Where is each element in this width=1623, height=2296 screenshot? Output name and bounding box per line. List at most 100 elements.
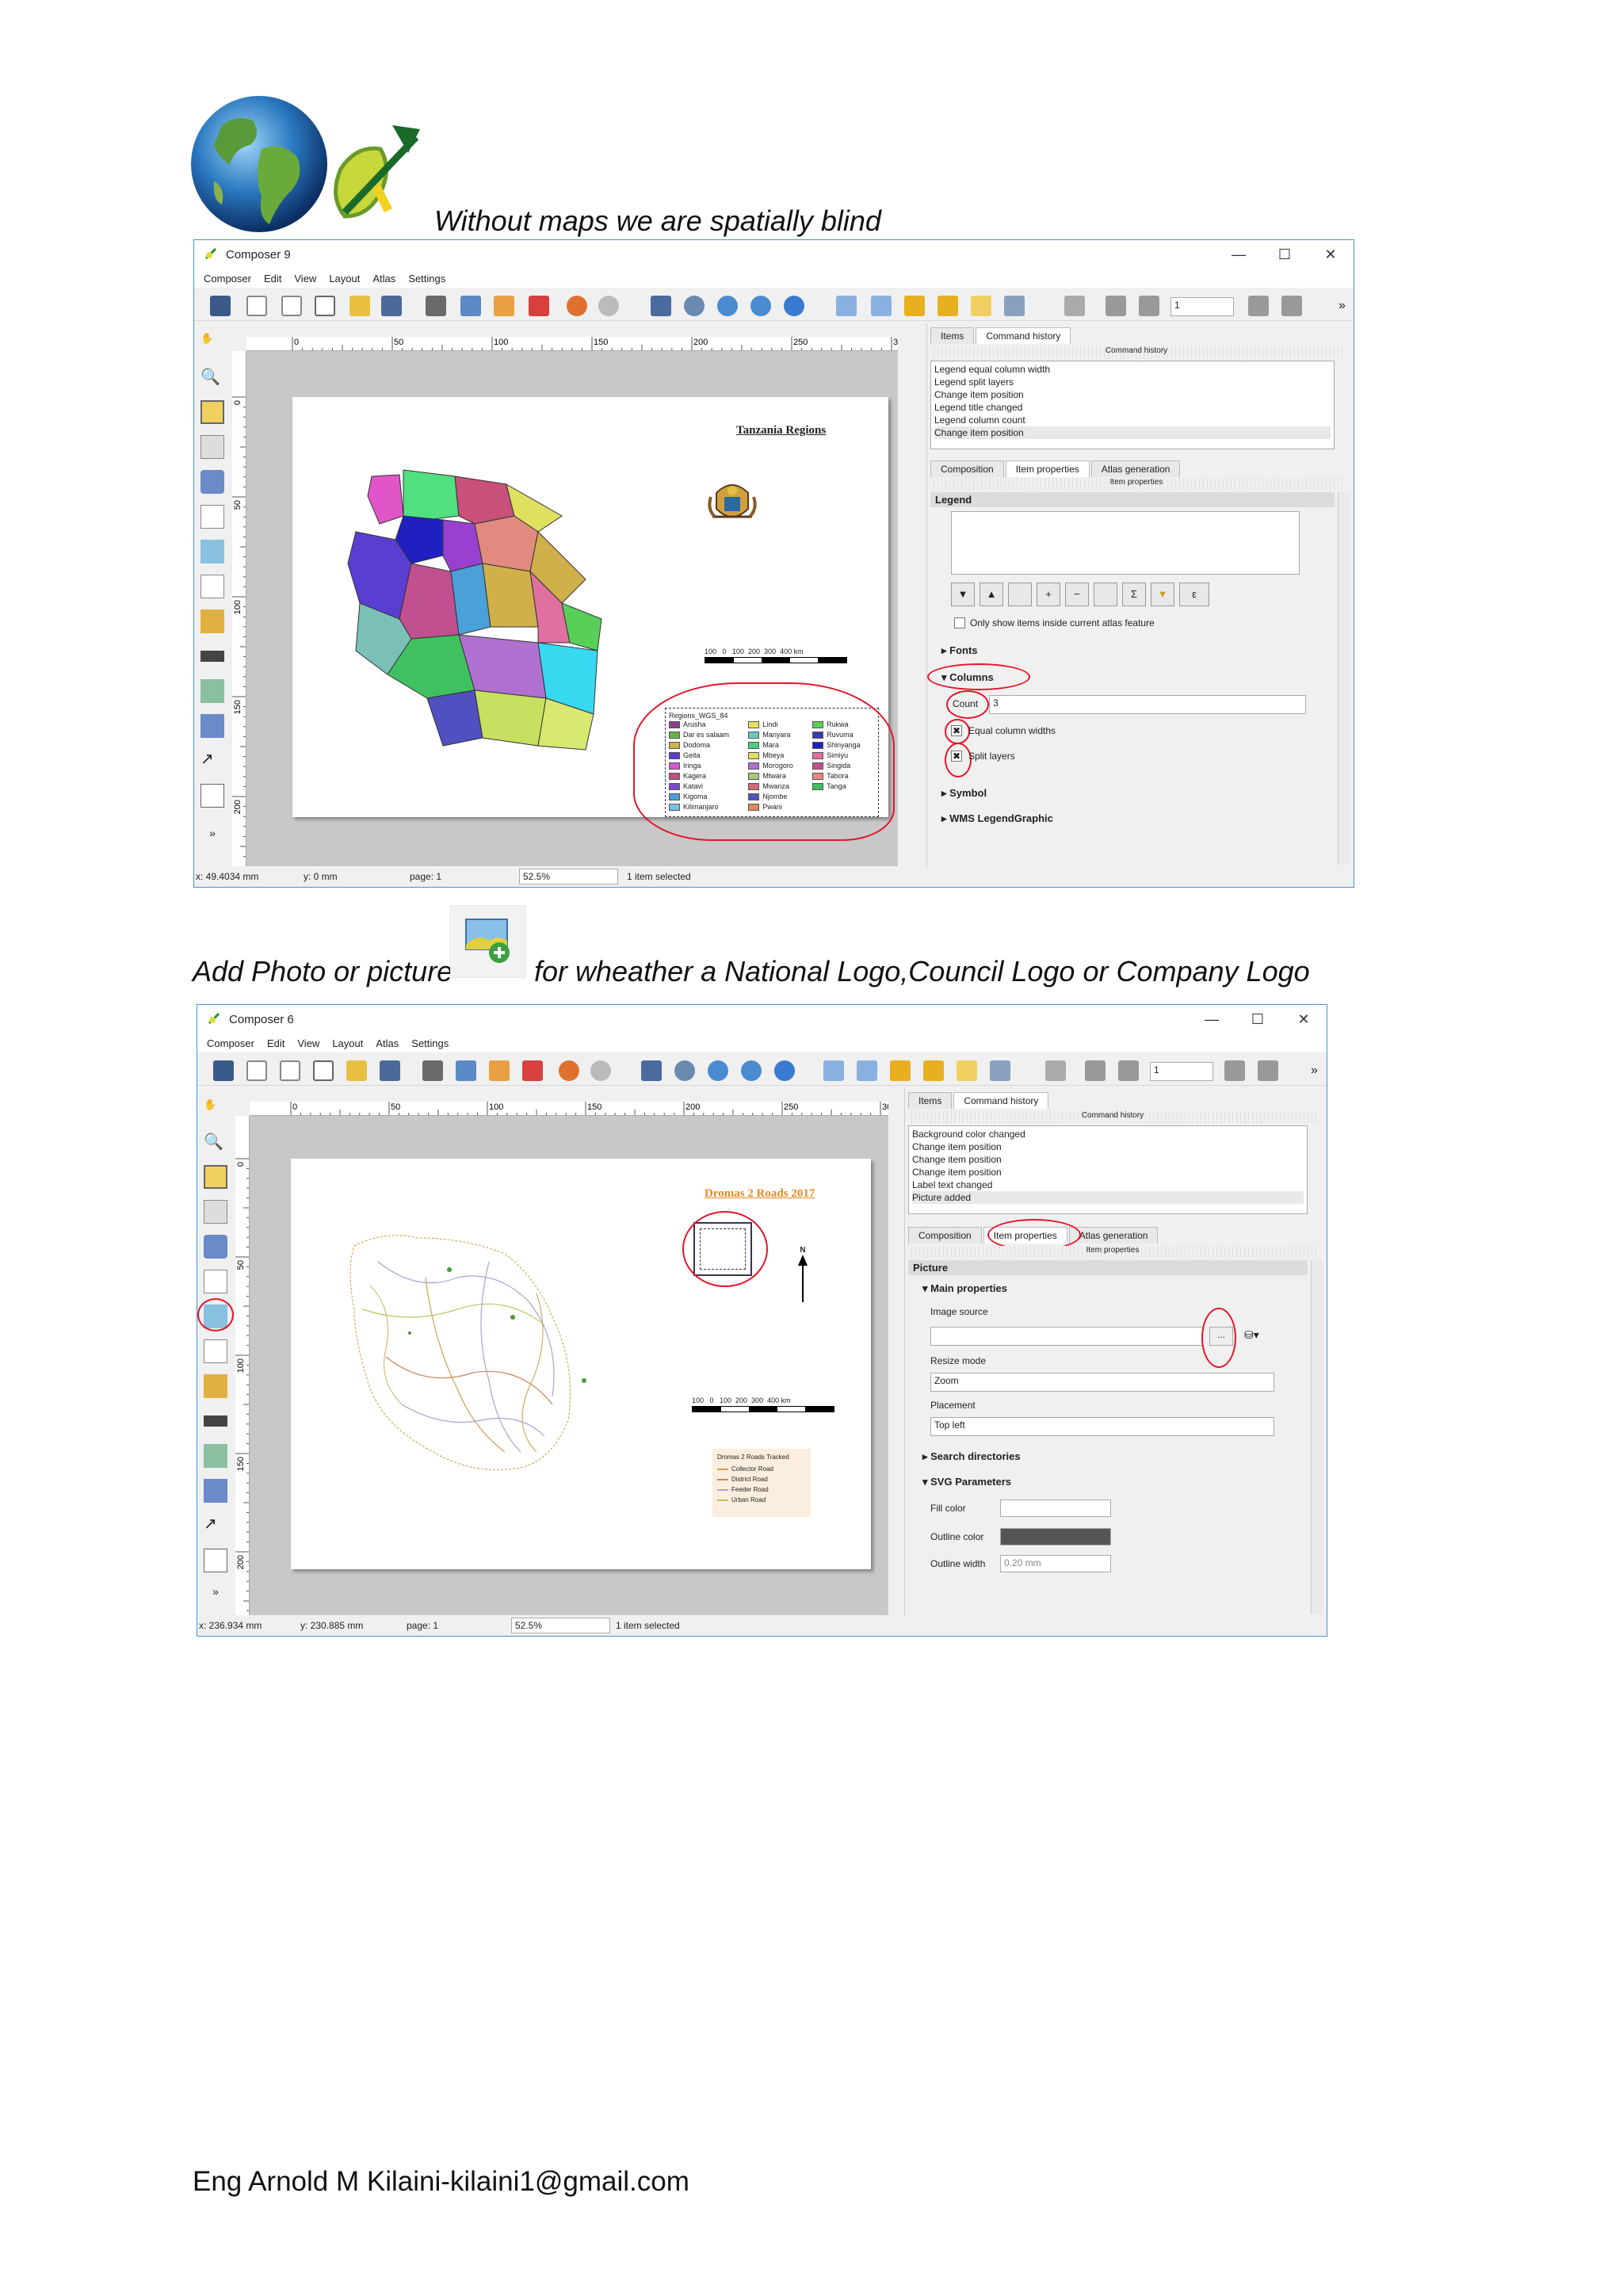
new-composer-icon[interactable] <box>246 296 267 316</box>
zoom-out-icon[interactable] <box>741 1060 762 1081</box>
zoom-in-icon[interactable] <box>717 296 738 316</box>
tab-item-properties[interactable]: Item properties <box>1005 460 1090 477</box>
refresh-icon[interactable] <box>784 296 804 316</box>
command-item[interactable]: Picture added <box>912 1191 1304 1204</box>
add-shape-icon[interactable] <box>200 679 224 703</box>
command-item[interactable]: Legend equal column width <box>934 363 1331 376</box>
align-icon[interactable] <box>1004 296 1025 316</box>
add-table-icon[interactable] <box>204 1549 227 1572</box>
add-table-icon[interactable] <box>200 784 224 808</box>
add-node-item-icon[interactable] <box>204 1479 227 1503</box>
close-button[interactable]: ✕ <box>1281 1005 1327 1033</box>
command-item[interactable]: Legend title changed <box>934 401 1331 414</box>
unlock-icon[interactable] <box>938 296 958 316</box>
command-item[interactable]: Change item position <box>912 1140 1304 1153</box>
edit-nodes-icon[interactable] <box>204 1235 227 1259</box>
new-composer-icon[interactable] <box>246 1060 267 1081</box>
menu-layout[interactable]: Layout <box>329 273 360 285</box>
add-map-icon[interactable] <box>200 505 224 529</box>
image-source-field[interactable] <box>930 1327 1203 1346</box>
previous-feature-icon[interactable] <box>1139 296 1159 316</box>
redo-icon[interactable] <box>590 1060 611 1081</box>
zoom-actual-icon[interactable] <box>674 1060 695 1081</box>
next-feature-icon[interactable] <box>1248 296 1269 316</box>
ungroup-icon[interactable] <box>871 296 892 316</box>
duplicate-composer-icon[interactable] <box>280 1060 300 1081</box>
tab-composition[interactable]: Composition <box>930 460 1004 477</box>
tab-items[interactable]: Items <box>908 1092 953 1109</box>
export-svg-icon[interactable] <box>489 1060 510 1081</box>
add-arrow-icon[interactable]: ↗ <box>200 749 224 773</box>
move-down-icon[interactable]: ▼ <box>951 583 975 606</box>
add-label-icon[interactable] <box>204 1339 227 1363</box>
atlas-preview-icon[interactable] <box>1045 1060 1066 1081</box>
add-legend-icon[interactable] <box>200 609 224 633</box>
command-item[interactable]: Legend column count <box>934 414 1331 426</box>
duplicate-composer-icon[interactable] <box>281 296 302 316</box>
select-move-icon[interactable] <box>204 1165 227 1189</box>
command-item[interactable]: Change item position <box>934 426 1331 439</box>
move-content-icon[interactable] <box>200 435 224 459</box>
main-properties-group[interactable]: ▾ Main properties <box>922 1282 1007 1295</box>
menu-edit[interactable]: Edit <box>267 1037 285 1049</box>
outline-color-button[interactable] <box>1000 1528 1111 1545</box>
fonts-group[interactable]: ▸ Fonts <box>941 644 978 657</box>
print-icon[interactable] <box>422 1060 443 1081</box>
add-shape-icon[interactable] <box>204 1444 227 1468</box>
lock-icon[interactable] <box>904 296 925 316</box>
zoom-actual-icon[interactable] <box>684 296 705 316</box>
tab-composition[interactable]: Composition <box>908 1227 982 1244</box>
pan-icon[interactable]: ✋ <box>204 1098 227 1122</box>
last-feature-icon[interactable] <box>1281 296 1302 316</box>
menu-atlas[interactable]: Atlas <box>372 273 395 285</box>
command-item[interactable]: Background color changed <box>912 1128 1304 1140</box>
first-feature-icon[interactable] <box>1106 296 1126 316</box>
svg-parameters-group[interactable]: ▾ SVG Parameters <box>922 1476 1011 1488</box>
save-template-icon[interactable] <box>381 296 402 316</box>
only-show-checkbox[interactable] <box>954 617 965 628</box>
outline-width-spinbox[interactable]: 0.20 mm <box>1000 1555 1111 1572</box>
raise-icon[interactable] <box>957 1060 977 1081</box>
add-item-icon[interactable]: + <box>1037 583 1060 606</box>
menu-settings[interactable]: Settings <box>411 1037 449 1049</box>
more-tools-icon[interactable]: » <box>200 827 224 850</box>
menu-settings[interactable]: Settings <box>408 273 445 285</box>
composer-manager-icon[interactable] <box>313 1060 334 1081</box>
pan-icon[interactable]: ✋ <box>200 332 224 356</box>
add-arrow-icon[interactable]: ↗ <box>204 1514 227 1538</box>
save-template-icon[interactable] <box>380 1060 400 1081</box>
menu-atlas[interactable]: Atlas <box>376 1037 399 1049</box>
export-pdf-icon[interactable] <box>522 1060 543 1081</box>
sum-icon[interactable]: Σ <box>1122 583 1146 606</box>
minimize-button[interactable]: — <box>1216 240 1262 269</box>
undo-icon[interactable] <box>559 1060 579 1081</box>
undo-icon[interactable] <box>567 296 587 316</box>
zoom-select[interactable]: 52.5% <box>511 1618 610 1633</box>
filter-icon[interactable]: ▼ <box>1151 583 1174 606</box>
ungroup-icon[interactable] <box>857 1060 877 1081</box>
zoom-in-icon[interactable] <box>708 1060 728 1081</box>
export-svg-icon[interactable] <box>494 296 514 316</box>
edit-nodes-icon[interactable] <box>200 470 224 494</box>
composer-manager-icon[interactable] <box>315 296 335 316</box>
first-feature-icon[interactable] <box>1085 1060 1106 1081</box>
expression-icon[interactable]: ε <box>1179 583 1209 606</box>
zoom-full-icon[interactable] <box>651 296 671 316</box>
add-image-icon[interactable] <box>200 540 224 563</box>
next-feature-icon[interactable] <box>1224 1060 1245 1081</box>
save-icon[interactable] <box>210 296 231 316</box>
export-image-icon[interactable] <box>460 296 481 316</box>
command-item[interactable]: Legend split layers <box>934 376 1331 388</box>
more-tools-icon[interactable]: » <box>204 1585 227 1609</box>
zoom-tool-icon[interactable]: 🔍 <box>204 1132 227 1156</box>
properties-scrollbar[interactable] <box>1311 1260 1323 1614</box>
move-up-icon[interactable]: ▲ <box>980 583 1003 606</box>
menu-composer[interactable]: Composer <box>204 273 251 285</box>
tab-command-history[interactable]: Command history <box>976 327 1071 344</box>
add-scalebar-icon[interactable] <box>204 1415 227 1427</box>
move-content-icon[interactable] <box>204 1200 227 1224</box>
add-scalebar-icon[interactable] <box>200 651 224 662</box>
redo-icon[interactable] <box>598 296 619 316</box>
command-item[interactable]: Label text changed <box>912 1179 1304 1191</box>
command-item[interactable]: Change item position <box>934 388 1331 401</box>
